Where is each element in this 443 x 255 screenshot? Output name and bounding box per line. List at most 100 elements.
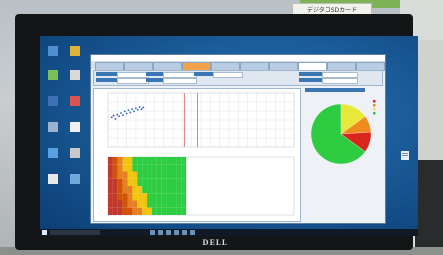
desktop-icon-4[interactable]	[70, 70, 80, 80]
heatmap-cell	[142, 186, 148, 194]
heatmap-cell	[108, 186, 113, 194]
scatter-point	[123, 110, 126, 113]
start-button[interactable]	[42, 230, 47, 235]
heatmap-cell	[176, 164, 182, 172]
scatter-point	[114, 118, 117, 120]
taskbar-search-box[interactable]	[50, 230, 100, 235]
desktop-icon-2[interactable]	[70, 46, 80, 56]
heatmap-cell	[132, 186, 138, 194]
taskbar-app-icon-2[interactable]	[158, 230, 163, 235]
heatmap-cell	[132, 171, 138, 179]
heatmap-cell	[132, 193, 138, 201]
heatmap-cell	[151, 193, 157, 201]
heatmap-cell	[161, 164, 167, 172]
pie-legend-swatch	[373, 104, 376, 107]
heatmap-cell	[171, 207, 177, 215]
heatmap-cell	[142, 171, 148, 179]
heatmap-cell	[176, 193, 182, 201]
heatmap-cell	[147, 186, 152, 194]
desktop-icon-9[interactable]	[48, 148, 58, 158]
heatmap-cell	[181, 171, 187, 179]
heatmap-cell	[176, 157, 182, 165]
desktop-right-icon[interactable]	[400, 148, 410, 160]
scatter-point	[142, 106, 145, 109]
heatmap-cell	[156, 207, 162, 215]
desktop-icon-1[interactable]	[48, 46, 58, 56]
heatmap-cell	[112, 164, 118, 172]
taskbar-app-icon-1[interactable]	[150, 230, 155, 235]
heatmap-cell	[147, 200, 152, 208]
desktop-icon-5[interactable]	[48, 96, 58, 106]
desktop-icon-3[interactable]	[48, 70, 58, 80]
heatmap-cell	[147, 164, 152, 172]
scatter-chart	[107, 92, 295, 148]
heatmap-cell	[137, 193, 143, 201]
heatmap-cell	[108, 164, 113, 172]
heatmap-cell	[117, 200, 123, 208]
scatter-point	[127, 109, 130, 112]
heatmap-cell	[181, 193, 187, 201]
heatmap-cell	[156, 164, 162, 172]
tab-bar	[91, 61, 385, 71]
taskbar-app-icon-3[interactable]	[166, 230, 171, 235]
heatmap-cell	[161, 157, 167, 165]
heatmap-cell	[161, 193, 167, 201]
taskbar-app-icon-5[interactable]	[182, 230, 187, 235]
heatmap-cell	[142, 200, 148, 208]
header-value-3	[213, 72, 243, 78]
system-tray[interactable]	[370, 230, 416, 235]
heatmap-cell	[132, 157, 138, 165]
heatmap-cell	[117, 207, 123, 215]
taskbar-app-icon-6[interactable]	[190, 230, 195, 235]
heatmap-cell	[117, 164, 123, 172]
heatmap-cell	[122, 193, 128, 201]
desktop-icon-11[interactable]	[48, 174, 58, 184]
scatter-point	[138, 106, 141, 108]
heatmap-cell	[137, 157, 143, 165]
pie-legend-swatch	[373, 100, 376, 103]
heatmap-cell	[161, 186, 167, 194]
heatmap-cell	[127, 200, 133, 208]
scatter-point	[118, 115, 121, 118]
heatmap-cell	[181, 186, 187, 194]
desktop-icon-6[interactable]	[70, 96, 80, 106]
taskbar-app-icon-4[interactable]	[174, 230, 179, 235]
desktop-icon-8[interactable]	[70, 122, 80, 132]
chart-panel	[93, 88, 301, 222]
heatmap-cell	[112, 186, 118, 194]
monitor-bezel: DELL	[15, 14, 418, 250]
heatmap-cell	[147, 193, 152, 201]
heatmap-cell	[122, 186, 128, 194]
scatter-point	[133, 110, 135, 113]
heatmap-cell	[151, 164, 157, 172]
scatter-point	[116, 113, 119, 116]
heatmap-cell	[176, 207, 182, 215]
pie-chart	[310, 100, 376, 165]
heatmap-cell	[112, 200, 118, 208]
heatmap-cell	[176, 186, 182, 194]
heatmap-cell	[142, 207, 148, 215]
scatter-point	[112, 114, 115, 117]
desktop-icon-12[interactable]	[70, 174, 80, 184]
heatmap-cell	[112, 178, 118, 186]
heatmap-cell	[122, 200, 128, 208]
heatmap-cell	[151, 200, 157, 208]
heatmap-cell	[137, 178, 143, 186]
heatmap-cell	[166, 200, 172, 208]
desktop-icon-7[interactable]	[48, 122, 58, 132]
heatmap-cell	[147, 171, 152, 179]
header-value-6	[163, 78, 197, 84]
heatmap-cell	[112, 171, 118, 179]
desktop-icon-10[interactable]	[70, 148, 80, 158]
heatmap-cell	[137, 164, 143, 172]
heatmap-cell	[132, 164, 138, 172]
heatmap-cell	[181, 157, 187, 165]
heatmap-cell	[127, 207, 133, 215]
heatmap-cell	[151, 207, 157, 215]
scatter-point	[120, 112, 122, 114]
pie-title	[305, 88, 365, 92]
pie-legend-swatch	[373, 112, 376, 115]
heatmap-cell	[127, 157, 133, 165]
heatmap-cell	[176, 200, 182, 208]
heatmap-cell	[156, 193, 162, 201]
